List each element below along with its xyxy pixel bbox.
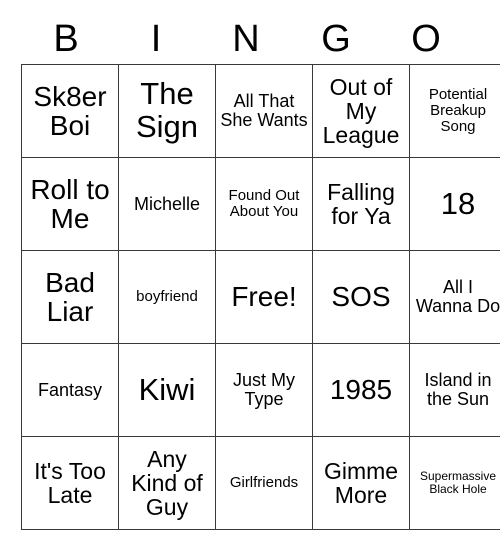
- bingo-row: Bad Liar boyfriend Free! SOS All I Wanna…: [21, 250, 500, 344]
- bingo-card: B I N G O Sk8er Boi The Sign All That Sh…: [0, 0, 500, 544]
- bingo-cell-label: Falling for Ya: [327, 178, 395, 229]
- bingo-header-letter-b: B: [53, 18, 79, 60]
- bingo-cell[interactable]: Girlfriends: [215, 436, 313, 530]
- bingo-cell[interactable]: The Sign: [118, 64, 216, 158]
- bingo-row: Sk8er Boi The Sign All That She Wants Ou…: [21, 64, 500, 158]
- bingo-cell[interactable]: Found Out About You: [215, 157, 313, 251]
- bingo-cell[interactable]: Fantasy: [21, 343, 119, 437]
- bingo-row: It's Too Late Any Kind of Guy Girlfriend…: [21, 436, 500, 530]
- bingo-cell[interactable]: Any Kind of Guy: [118, 436, 216, 530]
- bingo-cell[interactable]: 1985: [312, 343, 410, 437]
- bingo-cell-label: Girlfriends: [229, 474, 299, 492]
- bingo-cell-label: All That She Wants: [220, 91, 308, 130]
- bingo-cell-label: Just My Type: [232, 370, 295, 409]
- bingo-cell-label: Bad Liar: [45, 266, 95, 327]
- bingo-grid: Sk8er Boi The Sign All That She Wants Ou…: [21, 64, 500, 530]
- bingo-cell[interactable]: All That She Wants: [215, 64, 313, 158]
- bingo-cell-label: The Sign: [135, 76, 199, 144]
- bingo-cell[interactable]: Potential Breakup Song: [409, 64, 500, 158]
- bingo-cell[interactable]: Island in the Sun: [409, 343, 500, 437]
- bingo-cell-label: 18: [440, 185, 476, 221]
- bingo-cell-label: Found Out About You: [228, 187, 300, 220]
- bingo-cell[interactable]: It's Too Late: [21, 436, 119, 530]
- bingo-cell[interactable]: Supermassive Black Hole: [409, 436, 500, 530]
- bingo-header: B I N G O: [21, 14, 471, 64]
- bingo-cell-label: Free!: [231, 281, 297, 313]
- bingo-cell-label: Potential Breakup Song: [428, 86, 488, 135]
- bingo-cell-label: Roll to Me: [30, 173, 110, 234]
- bingo-cell-label: Sk8er Boi: [33, 80, 107, 141]
- bingo-cell-label: All I Wanna Do: [415, 277, 500, 316]
- bingo-cell[interactable]: 18: [409, 157, 500, 251]
- bingo-cell[interactable]: Just My Type: [215, 343, 313, 437]
- bingo-header-letter-n: N: [232, 18, 260, 60]
- bingo-cell[interactable]: Bad Liar: [21, 250, 119, 344]
- bingo-header-letter-o: O: [411, 18, 441, 60]
- bingo-cell-label: Kiwi: [138, 371, 196, 407]
- bingo-cell-label: Michelle: [133, 193, 201, 214]
- bingo-cell[interactable]: All I Wanna Do: [409, 250, 500, 344]
- bingo-row: Roll to Me Michelle Found Out About You …: [21, 157, 500, 251]
- bingo-cell-label: 1985: [329, 374, 393, 406]
- bingo-cell[interactable]: boyfriend: [118, 250, 216, 344]
- bingo-cell[interactable]: Michelle: [118, 157, 216, 251]
- bingo-cell-label: Gimme More: [323, 457, 399, 508]
- bingo-cell-label: Island in the Sun: [424, 370, 492, 409]
- bingo-cell[interactable]: Out of My League: [312, 64, 410, 158]
- bingo-cell-label: Out of My League: [322, 73, 400, 149]
- bingo-cell[interactable]: Kiwi: [118, 343, 216, 437]
- bingo-cell[interactable]: SOS: [312, 250, 410, 344]
- bingo-cell-label: boyfriend: [136, 288, 198, 306]
- bingo-cell-label: It's Too Late: [34, 457, 106, 508]
- bingo-cell[interactable]: Roll to Me: [21, 157, 119, 251]
- bingo-cell-label: SOS: [331, 281, 391, 313]
- bingo-row: Fantasy Kiwi Just My Type 1985 Island in…: [21, 343, 500, 437]
- bingo-header-letter-i: I: [150, 18, 162, 60]
- bingo-header-letter-g: G: [321, 18, 351, 60]
- bingo-cell-label: Any Kind of Guy: [131, 445, 203, 521]
- bingo-cell[interactable]: Sk8er Boi: [21, 64, 119, 158]
- bingo-cell[interactable]: Falling for Ya: [312, 157, 410, 251]
- bingo-cell-free[interactable]: Free!: [215, 250, 313, 344]
- bingo-cell-label: Supermassive Black Hole: [419, 469, 497, 496]
- bingo-cell[interactable]: Gimme More: [312, 436, 410, 530]
- bingo-cell-label: Fantasy: [37, 379, 103, 400]
